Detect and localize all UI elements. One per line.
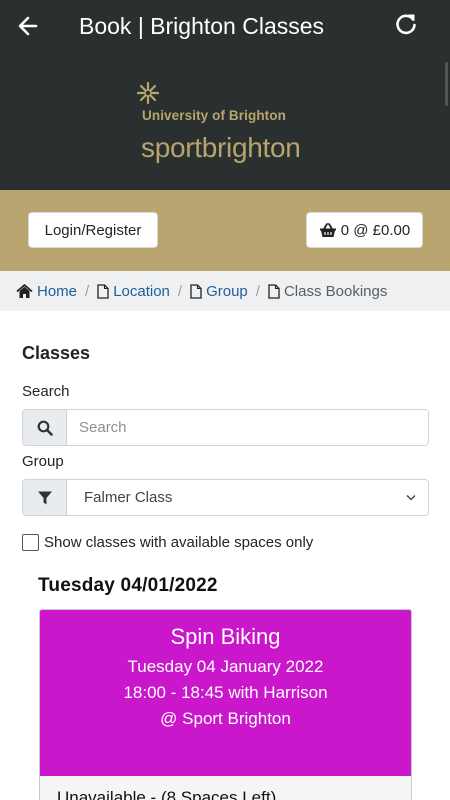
available-only-row: Show classes with available spaces only: [22, 534, 313, 551]
breadcrumb-home[interactable]: Home: [16, 283, 77, 300]
app-bar: Book | Brighton Classes: [0, 0, 450, 52]
login-register-button[interactable]: Login/Register: [28, 212, 158, 248]
group-select[interactable]: Falmer Class: [67, 480, 428, 515]
available-only-label[interactable]: Show classes with available spaces only: [44, 534, 313, 551]
breadcrumb: Home / Location / Group / Class Bookings: [0, 271, 450, 311]
home-icon: [16, 283, 33, 298]
classes-heading: Classes: [22, 343, 91, 363]
search-input-group: [22, 409, 429, 446]
logo-sport-prefix: sport: [141, 132, 202, 163]
sportbrighton-logo-text: sportbrighton: [141, 131, 301, 165]
breadcrumb-location-link[interactable]: Location: [113, 283, 170, 300]
search-icon: [37, 420, 53, 436]
university-logo-text: University of Brighton: [142, 108, 286, 123]
breadcrumb-group-link[interactable]: Group: [206, 283, 248, 300]
class-location: @ Sport Brighton: [160, 709, 291, 728]
page-title: Book | Brighton Classes: [79, 13, 325, 39]
filter-addon: [23, 480, 67, 515]
file-icon: [268, 283, 280, 299]
class-time-instructor: 18:00 - 18:45 with Harrison: [123, 683, 328, 702]
day-heading: Tuesday 04/01/2022: [38, 575, 218, 596]
file-icon: [190, 283, 202, 299]
class-card-header[interactable]: Spin Biking Tuesday 04 January 2022 18:0…: [40, 610, 411, 776]
basket-icon: [319, 222, 336, 237]
breadcrumb-separator: /: [85, 282, 90, 300]
breadcrumb-home-link[interactable]: Home: [37, 283, 77, 300]
group-select-group: Falmer Class: [22, 479, 429, 516]
star-logo-icon: [137, 82, 159, 104]
search-addon: [23, 410, 67, 445]
scrollbar-thumb[interactable]: [445, 62, 448, 106]
group-label: Group: [22, 453, 64, 470]
breadcrumb-separator: /: [255, 282, 260, 300]
basket-button[interactable]: 0 @ £0.00: [306, 212, 423, 248]
breadcrumb-class-bookings: Class Bookings: [268, 283, 387, 300]
basket-summary: 0 @ £0.00: [340, 221, 411, 239]
class-date: Tuesday 04 January 2022: [127, 657, 324, 676]
breadcrumb-separator: /: [177, 282, 183, 300]
class-card[interactable]: Spin Biking Tuesday 04 January 2022 18:0…: [39, 609, 412, 800]
file-icon: [97, 283, 109, 299]
available-only-checkbox[interactable]: [22, 534, 39, 551]
search-input[interactable]: [67, 410, 428, 445]
filter-icon: [37, 491, 52, 504]
breadcrumb-location[interactable]: Location: [97, 283, 170, 300]
breadcrumb-current-label: Class Bookings: [283, 282, 388, 300]
logo-sport-suffix: brighton: [201, 132, 301, 163]
class-name: Spin Biking: [170, 624, 281, 649]
refresh-icon[interactable]: [392, 11, 420, 39]
chevron-down-icon: [406, 495, 416, 501]
search-label: Search: [22, 383, 70, 400]
breadcrumb-group[interactable]: Group: [190, 283, 248, 300]
arrow-left-icon[interactable]: [14, 12, 46, 40]
group-selected-value: Falmer Class: [84, 489, 173, 506]
class-availability-status: Unavailable - (8 Spaces Left): [57, 788, 277, 800]
